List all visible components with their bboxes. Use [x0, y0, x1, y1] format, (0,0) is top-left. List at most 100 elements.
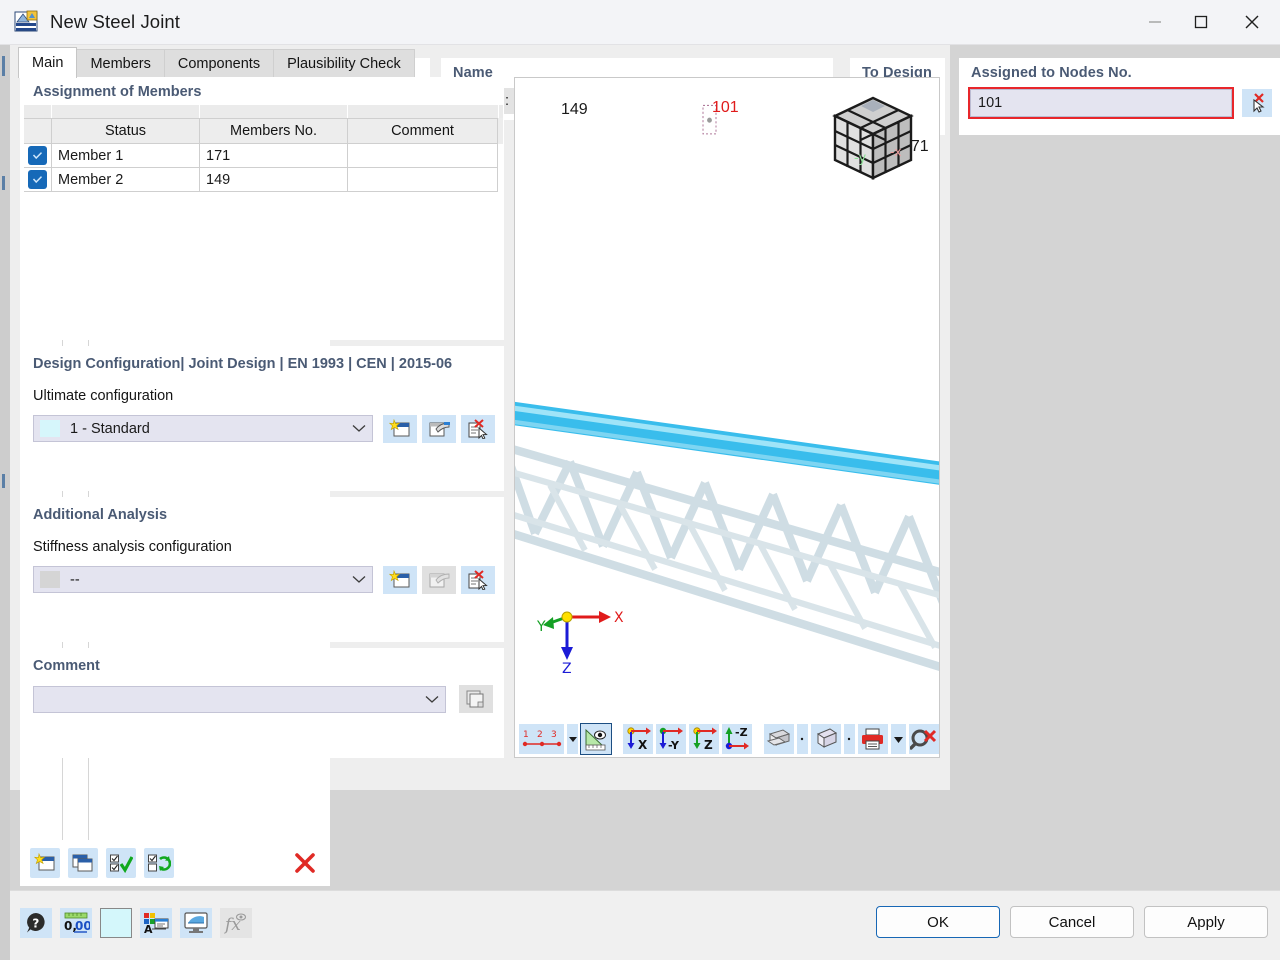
maximize-button[interactable]: [1178, 0, 1224, 45]
new-steel-joint-dialog: New Steel Joint List: [0, 0, 1280, 960]
row-checkbox[interactable]: [28, 170, 47, 189]
background-app-marker-low: [2, 474, 5, 488]
print-icon[interactable]: [858, 724, 888, 754]
numbering-dropdown-icon[interactable]: [567, 724, 579, 754]
decimal-places-icon[interactable]: 0, 00: [60, 908, 92, 938]
tab-members-label: Members: [90, 56, 151, 72]
view-z-icon[interactable]: Z: [688, 724, 719, 754]
footer-buttons: OK Cancel Apply: [876, 906, 1268, 938]
ultimate-configuration-swatch: [40, 420, 60, 437]
formula-icon: fx: [220, 908, 252, 938]
node-label-101: 101: [712, 99, 739, 116]
comment-title: Comment: [33, 658, 100, 674]
render-visibility-icon[interactable]: [580, 723, 613, 755]
tab-plausibility-check[interactable]: Plausibility Check: [273, 49, 415, 78]
axis-label-z: Z: [562, 661, 572, 675]
ok-button[interactable]: OK: [876, 906, 1000, 938]
ultimate-configuration-value: 1 - Standard: [70, 420, 150, 437]
svg-text:3: 3: [551, 730, 557, 740]
svg-text:1: 1: [523, 730, 529, 740]
model-viewport[interactable]: 149 171 101 -y -x X Y Z 1 2 3 X -Y Z -Z: [514, 77, 940, 758]
row-members-no[interactable]: 171: [200, 144, 348, 168]
stiffness-analysis-swatch: [40, 571, 60, 588]
tab-content-main: Assignment of Members Status Members No.: [18, 77, 1272, 952]
table-group-cell-1: [52, 105, 200, 118]
section-view-icon[interactable]: [763, 724, 794, 754]
ultimate-configuration-label: Ultimate configuration: [33, 388, 174, 404]
view-settings-icon[interactable]: [180, 908, 212, 938]
column-header-members-no: Members No.: [200, 118, 348, 144]
svg-text:A: A: [144, 923, 153, 935]
comment-card: Comment: [23, 648, 504, 758]
delete-stiffness-configuration-button[interactable]: [461, 566, 495, 594]
perspective-view-icon[interactable]: [810, 724, 841, 754]
tab-main-label: Main: [32, 55, 64, 71]
axis-label-y: Y: [537, 619, 546, 635]
print-dropdown-icon[interactable]: [891, 724, 906, 754]
design-configuration-title: Design Configuration| Joint Design | EN …: [33, 356, 453, 372]
view-negative-z-icon[interactable]: -Z: [721, 724, 752, 754]
chevron-down-icon: [352, 422, 366, 436]
copy-comment-icon[interactable]: [459, 685, 493, 713]
members-table: Status Members No. Comment Member 1 171 …: [24, 105, 503, 192]
delete-configuration-button[interactable]: [461, 415, 495, 443]
cancel-button[interactable]: Cancel: [1010, 906, 1134, 938]
additional-analysis-card: Additional Analysis Stiffness analysis c…: [23, 497, 504, 642]
dialog-footer: ? 0, 00 A fx OK Cancel Apply: [10, 890, 1280, 960]
chevron-down-icon: [425, 693, 439, 707]
zoom-reset-icon[interactable]: [909, 724, 939, 754]
edit-configuration-button[interactable]: [422, 415, 456, 443]
help-icon[interactable]: ?: [20, 908, 52, 938]
window-title: New Steel Joint: [50, 11, 181, 32]
tab-main[interactable]: Main: [18, 47, 78, 78]
display-properties-icon[interactable]: A: [140, 908, 172, 938]
row-checkbox-cell[interactable]: [24, 168, 52, 192]
axis-label-x: X: [614, 610, 624, 626]
table-row[interactable]: Member 2 149: [24, 168, 503, 192]
view-z-label: Z: [704, 738, 713, 752]
additional-analysis-title: Additional Analysis: [33, 507, 168, 523]
row-checkbox-cell[interactable]: [24, 144, 52, 168]
members-table-header: Status Members No. Comment: [24, 118, 503, 144]
chevron-down-icon: [352, 573, 366, 587]
main-panel: Main Members Components Plausibility Che…: [10, 45, 950, 790]
table-group-cell-0: [24, 105, 52, 118]
apply-button[interactable]: Apply: [1144, 906, 1268, 938]
tab-bar: Main Members Components Plausibility Che…: [18, 47, 415, 78]
close-button[interactable]: [1224, 0, 1280, 45]
tab-members[interactable]: Members: [76, 49, 165, 78]
svg-text:fx: fx: [223, 915, 241, 935]
perspective-view-dropdown-icon[interactable]: [843, 724, 855, 754]
stiffness-analysis-select[interactable]: --: [33, 566, 373, 593]
new-stiffness-configuration-button[interactable]: [383, 566, 417, 594]
view-cube-face-negative-y: -y: [854, 151, 866, 166]
minimize-button[interactable]: [1132, 0, 1178, 45]
row-comment[interactable]: [348, 144, 498, 168]
table-row[interactable]: Member 1 171: [24, 144, 503, 168]
row-status: Member 1: [52, 144, 200, 168]
view-x-icon[interactable]: X: [622, 724, 653, 754]
numbering-icon[interactable]: 1 2 3: [519, 724, 564, 754]
new-configuration-button[interactable]: [383, 415, 417, 443]
ultimate-configuration-select[interactable]: 1 - Standard: [33, 415, 373, 442]
row-checkbox[interactable]: [28, 146, 47, 165]
stiffness-analysis-value: --: [70, 571, 80, 588]
view-cube[interactable]: -y -x: [823, 90, 921, 194]
table-group-cell-3: [348, 105, 499, 118]
member-label-149: 149: [559, 101, 590, 119]
section-view-dropdown-icon[interactable]: [796, 724, 808, 754]
edit-stiffness-configuration-button: [422, 566, 456, 594]
view-negative-y-icon[interactable]: -Y: [655, 724, 686, 754]
svg-text:?: ?: [32, 916, 39, 930]
color-swatch-button[interactable]: [100, 908, 132, 938]
row-status: Member 2: [52, 168, 200, 192]
row-members-no[interactable]: 149: [200, 168, 348, 192]
apply-button-label: Apply: [1187, 913, 1225, 931]
tab-components[interactable]: Components: [163, 49, 275, 78]
row-comment[interactable]: [348, 168, 498, 192]
comment-input[interactable]: [33, 686, 446, 713]
background-app-marker-top: [2, 56, 5, 76]
view-negative-z-label: -Z: [735, 726, 748, 739]
assignment-of-members-card: Assignment of Members Status Members No.: [23, 77, 504, 340]
window-controls: [1132, 0, 1280, 45]
